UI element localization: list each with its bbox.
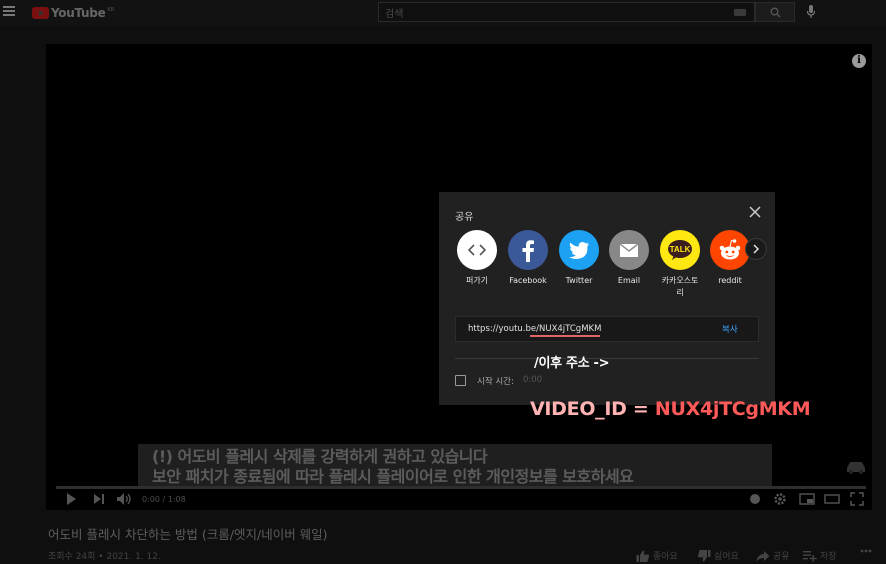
start-time-checkbox[interactable] (455, 375, 466, 386)
autoplay-toggle[interactable] (750, 494, 760, 504)
car-icon (847, 462, 865, 474)
next-icon[interactable] (92, 492, 106, 506)
video-title: 어도비 플레시 차단하는 방법 (크롬/엣지/네이버 웨일) (48, 527, 328, 542)
facebook-icon (508, 230, 548, 270)
search-button[interactable] (755, 2, 795, 22)
annotation-video-id: VIDEO_ID = NUX4jTCgMKM (530, 398, 811, 420)
search-input[interactable]: 검색 (378, 2, 755, 22)
logo-region: KR (107, 7, 115, 13)
more-actions-button[interactable] (860, 549, 872, 553)
share-embed-button[interactable]: 퍼가기 (449, 230, 505, 287)
annotation-video-id-key: VIDEO_ID = (530, 398, 655, 420)
embed-icon (457, 230, 497, 270)
share-next-button[interactable] (745, 238, 767, 260)
email-icon (609, 230, 649, 270)
share-dialog-title: 공유 (455, 212, 474, 223)
save-button[interactable]: 저장 (803, 549, 837, 562)
share-twitter-label: Twitter (565, 276, 593, 285)
menu-icon[interactable] (3, 6, 15, 16)
logo-text: YouTube (51, 6, 106, 20)
kakaotalk-icon: TALK (660, 230, 700, 270)
chevron-right-icon (753, 244, 760, 254)
share-email-button[interactable]: Email (601, 230, 657, 287)
twitter-icon (559, 230, 599, 270)
top-bar: YouTube KR 검색 (0, 0, 886, 26)
share-kakaostory-button[interactable]: TALK 카카오스토리 (652, 230, 708, 299)
time-display: 0:00 / 1:08 (142, 495, 186, 504)
annotation-arrow-note: /이후 주소 -> (534, 356, 610, 371)
share-twitter-button[interactable]: Twitter (551, 230, 607, 287)
share-dialog: 공유 퍼가기 Facebook Twitter Email TALK 카카오스토… (439, 192, 775, 405)
subtitle-line-2: 보안 패치가 종료됨에 따라 플레시 플레이어로 인한 개인정보를 보호하세요 (152, 467, 634, 486)
play-icon[interactable] (64, 492, 78, 506)
youtube-play-icon (32, 7, 49, 19)
like-label: 좋아요 (653, 552, 678, 562)
start-time-value: 0:00 (523, 375, 543, 385)
dislike-label: 싫어요 (714, 552, 739, 562)
miniplayer-icon[interactable] (799, 492, 815, 506)
thumbs-up-icon (636, 550, 650, 562)
search-icon (770, 7, 781, 18)
start-time-label: 시작 시간: (477, 377, 514, 387)
microphone-icon[interactable] (806, 4, 816, 20)
close-icon[interactable] (749, 206, 761, 218)
share-url-field[interactable]: https://youtu.be/NUX4jTCgMKM 복사 (455, 316, 759, 342)
share-embed-label: 퍼가기 (465, 276, 489, 285)
youtube-logo[interactable]: YouTube KR (32, 6, 114, 20)
video-id-underline (530, 335, 600, 337)
video-meta: 조회수 24회 • 2021. 1. 12. (48, 552, 161, 562)
thumbs-down-icon (697, 549, 711, 561)
share-kakaostory-label: 카카오스토리 (661, 276, 699, 297)
info-icon[interactable]: i (852, 54, 866, 68)
svg-text:TALK: TALK (670, 245, 691, 254)
share-label: 공유 (773, 552, 790, 562)
dislike-button[interactable]: 싫어요 (697, 549, 739, 562)
share-button[interactable]: 공유 (756, 549, 790, 562)
share-email-label: Email (617, 276, 641, 285)
copy-button[interactable]: 복사 (722, 323, 738, 335)
share-url-text: https://youtu.be/NUX4jTCgMKM (468, 324, 601, 334)
progress-bar[interactable] (56, 486, 866, 489)
share-facebook-label: Facebook (509, 276, 547, 285)
share-reddit-label: reddit (718, 276, 742, 285)
annotation-video-id-value: NUX4jTCgMKM (654, 398, 811, 420)
reddit-icon (710, 230, 750, 270)
share-url-prefix: https://youtu.be/ (468, 324, 539, 334)
settings-icon[interactable] (773, 492, 787, 506)
fullscreen-icon[interactable] (850, 492, 864, 506)
more-horizontal-icon (860, 549, 872, 553)
theater-mode-icon[interactable] (824, 492, 840, 506)
volume-icon[interactable] (116, 492, 132, 506)
share-arrow-icon (756, 550, 770, 561)
playlist-add-icon (803, 550, 817, 562)
save-label: 저장 (820, 552, 837, 562)
keyboard-icon[interactable] (734, 9, 746, 16)
share-facebook-button[interactable]: Facebook (500, 230, 556, 287)
like-button[interactable]: 좋아요 (636, 549, 678, 562)
search-placeholder: 검색 (385, 9, 404, 20)
share-url-id: NUX4jTCgMKM (539, 324, 602, 334)
